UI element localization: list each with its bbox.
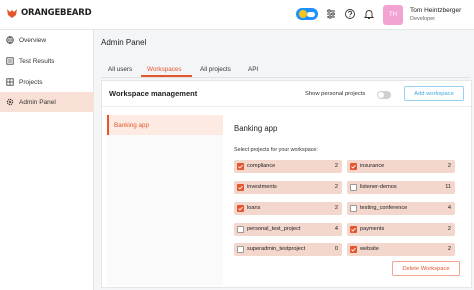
project-name: payments (360, 226, 385, 232)
delete-workspace-button[interactable]: Delete Workspace (392, 261, 460, 276)
project-name: loans (247, 205, 261, 211)
project-count: 2 (334, 205, 338, 211)
workspace-detail-subtitle: Select projects for your workspace: (234, 147, 318, 153)
project-count: 2 (447, 163, 451, 169)
project-count: 4 (447, 205, 451, 211)
workspace-panel: Workspace management Show personal proje… (101, 80, 472, 288)
tab-all-projects[interactable]: All projects (200, 66, 231, 73)
project-name: insurance (360, 163, 385, 169)
project-count: 2 (447, 246, 451, 252)
project-count: 2 (334, 163, 338, 169)
page-title: Admin Panel (101, 38, 147, 47)
beard-logo-icon (7, 9, 17, 18)
project-item-loans[interactable]: loans 2 (234, 202, 342, 215)
active-tab-indicator (141, 75, 192, 77)
project-name: superadmin_testproject (247, 246, 306, 252)
user-name: Tom Heintzberger (410, 7, 462, 14)
checkbox[interactable] (237, 246, 244, 253)
project-count: 0 (334, 246, 338, 252)
project-item-investments[interactable]: investments 2 (234, 181, 342, 194)
checkbox[interactable] (237, 184, 244, 191)
logo[interactable]: ORANGEBEARD (6, 7, 92, 19)
help-icon[interactable] (344, 8, 356, 20)
project-name: website (360, 246, 379, 252)
sidebar-item-label: Projects (19, 78, 43, 86)
project-item-compliance[interactable]: compliance 2 (234, 160, 342, 173)
tab-divider (101, 77, 470, 78)
project-name: testing_conference (360, 205, 408, 211)
sidebar: Overview Test Results Projects Admin Pan… (0, 30, 94, 290)
grid-icon (6, 78, 14, 86)
project-item-testing-conference[interactable]: testing_conference 4 (347, 202, 455, 215)
globe-icon (6, 36, 14, 44)
workspace-item-banking-app[interactable]: Banking app (107, 115, 223, 135)
checkbox[interactable] (350, 226, 357, 233)
project-name: compliance (247, 163, 276, 169)
project-item-personal-test-project[interactable]: personal_test_project 4 (234, 223, 342, 236)
project-name: personal_test_project (247, 226, 301, 232)
project-count: 2 (447, 226, 451, 232)
checkbox[interactable] (350, 163, 357, 170)
sidebar-item-overview[interactable]: Overview (0, 30, 94, 50)
project-name: listener-demos (360, 184, 397, 190)
workspace-list: Banking app (107, 115, 223, 285)
avatar[interactable]: TH (383, 5, 403, 25)
checkbox[interactable] (237, 226, 244, 233)
panel-header: Workspace management Show personal proje… (102, 81, 471, 107)
sidebar-item-label: Overview (19, 36, 47, 44)
project-item-listener-demos[interactable]: listener-demos 11 (347, 181, 455, 194)
gear-icon (6, 98, 14, 106)
add-workspace-button[interactable]: Add workspace (404, 86, 464, 101)
theme-toggle-icon[interactable] (296, 8, 318, 20)
sidebar-item-admin-panel[interactable]: Admin Panel (0, 92, 94, 112)
brand-name: ORANGEBEARD (21, 8, 92, 18)
personal-projects-label: Show personal projects (305, 91, 366, 97)
project-item-payments[interactable]: payments 2 (347, 223, 455, 236)
project-item-superadmin-testproject[interactable]: superadmin_testproject 0 (234, 243, 342, 256)
checkbox[interactable] (237, 205, 244, 212)
top-bar: ORANGEBEARD TH Tom Heintzberger Develope… (0, 0, 474, 30)
tab-api[interactable]: API (248, 66, 258, 73)
project-item-insurance[interactable]: insurance 2 (347, 160, 455, 173)
checkbox[interactable] (237, 163, 244, 170)
sidebar-item-label: Admin Panel (19, 98, 56, 106)
sidebar-item-test-results[interactable]: Test Results (0, 51, 94, 71)
project-count: 2 (334, 184, 338, 190)
tab-workspaces[interactable]: Workspaces (147, 66, 182, 73)
sidebar-item-projects[interactable]: Projects (0, 72, 94, 92)
project-name: investments (247, 184, 277, 190)
workspace-detail-title: Banking app (234, 124, 278, 133)
checkbox[interactable] (350, 246, 357, 253)
personal-projects-toggle[interactable] (377, 91, 391, 99)
user-role: Developer (410, 16, 436, 22)
list-icon (6, 57, 14, 65)
checkbox[interactable] (350, 205, 357, 212)
project-count: 4 (334, 226, 338, 232)
sliders-icon[interactable] (325, 8, 337, 20)
sidebar-item-label: Test Results (19, 57, 55, 65)
project-count: 11 (445, 184, 451, 190)
checkbox[interactable] (350, 184, 357, 191)
panel-title: Workspace management (109, 89, 198, 98)
project-item-website[interactable]: website 2 (347, 243, 455, 256)
bell-icon[interactable] (363, 8, 375, 20)
tab-all-users[interactable]: All users (108, 66, 132, 73)
